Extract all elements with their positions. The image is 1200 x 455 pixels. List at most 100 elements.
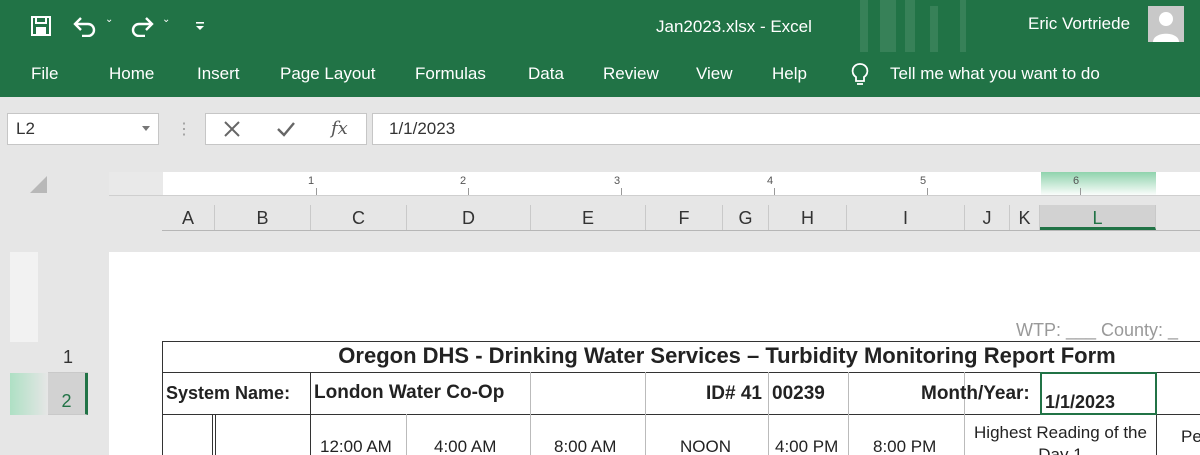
redo-dropdown-icon[interactable]: ⌄: [162, 14, 170, 25]
tab-formulas[interactable]: Formulas: [415, 64, 486, 84]
column-header-k[interactable]: K: [1010, 205, 1040, 230]
tab-data[interactable]: Data: [528, 64, 564, 84]
time-header-8pm[interactable]: 8:00 PM: [873, 437, 936, 455]
column-header-a[interactable]: A: [162, 205, 215, 230]
form-title[interactable]: Oregon DHS - Drinking Water Services – T…: [162, 343, 1200, 369]
background-decoration: [860, 0, 868, 52]
ruler-tick: [468, 188, 469, 195]
insert-function-button[interactable]: fx: [331, 118, 348, 139]
id-label[interactable]: ID# 41: [706, 383, 762, 405]
tab-help[interactable]: Help: [772, 64, 807, 84]
tab-home[interactable]: Home: [109, 64, 154, 84]
wtp-county-text: WTP: ___ County: _: [1016, 320, 1179, 340]
time-header-4am[interactable]: 4:00 AM: [434, 437, 496, 455]
ruler-label: 4: [767, 175, 774, 187]
time-header-4pm[interactable]: 4:00 PM: [775, 437, 838, 455]
system-name-label[interactable]: System Name:: [166, 383, 290, 404]
row-highlight: [10, 373, 48, 415]
avatar[interactable]: [1148, 6, 1184, 42]
vertical-ellipsis-icon: ⋮: [176, 121, 192, 138]
row-header-1[interactable]: 1: [48, 342, 88, 373]
user-name[interactable]: Eric Vortriede: [1028, 14, 1130, 34]
column-header-d[interactable]: D: [407, 205, 531, 230]
grid-line: [310, 372, 311, 455]
title-bar: ⌄ ⌄ Jan2023.xlsx - Excel Eric Vortriede: [0, 0, 1200, 52]
document-title: Jan2023.xlsx - Excel: [656, 17, 812, 36]
grid-line: [768, 372, 769, 455]
ruler-label: 1: [308, 175, 315, 187]
grid-line: [645, 372, 646, 455]
grid-line: [215, 414, 216, 455]
grid-line: [162, 341, 1200, 342]
formula-bar: L2 ⋮ fx 1/1/2023: [0, 97, 1200, 167]
tell-me-search[interactable]: Tell me what you want to do: [890, 64, 1100, 84]
ruler-highlight: [1041, 172, 1156, 195]
background-decoration: [905, 0, 915, 52]
chevron-down-icon[interactable]: [142, 126, 150, 131]
column-header-h[interactable]: H: [769, 205, 847, 230]
grid-line: [406, 414, 407, 455]
column-header-g[interactable]: G: [723, 205, 769, 230]
ruler-tick: [774, 188, 775, 195]
column-header-e[interactable]: E: [531, 205, 646, 230]
user-avatar-icon: [1153, 12, 1179, 42]
page-margin-gutter: [10, 252, 38, 342]
row-header-2[interactable]: 2: [48, 373, 88, 415]
ruler-tick: [316, 188, 317, 195]
undo-button[interactable]: [70, 13, 100, 39]
ruler-margin: [109, 172, 163, 195]
save-button[interactable]: [28, 13, 54, 39]
time-header-8am[interactable]: 8:00 AM: [554, 437, 616, 455]
background-decoration: [930, 6, 938, 52]
formula-input[interactable]: 1/1/2023: [372, 113, 1200, 145]
enter-button[interactable]: [275, 118, 297, 145]
time-header-12am[interactable]: 12:00 AM: [320, 437, 392, 455]
tab-page-layout[interactable]: Page Layout: [280, 64, 375, 84]
ruler-tick: [927, 188, 928, 195]
customize-toolbar-icon: [196, 22, 204, 30]
name-box[interactable]: L2: [7, 113, 159, 145]
customize-toolbar-button[interactable]: [190, 13, 210, 39]
column-headers: A B C D E F G H I J K L: [162, 205, 1200, 231]
cancel-button[interactable]: [221, 118, 243, 145]
ribbon-tabs: File Home Insert Page Layout Formulas Da…: [0, 52, 1200, 97]
column-header-j[interactable]: J: [965, 205, 1010, 230]
select-all-button[interactable]: [30, 176, 47, 193]
ruler-label: 6: [1073, 175, 1080, 187]
worksheet-page: WTP: ___ County: _ Oregon DHS - Drinking…: [109, 252, 1200, 455]
formula-buttons: fx: [205, 113, 367, 145]
redo-icon: [131, 17, 154, 37]
column-header-i[interactable]: I: [847, 205, 965, 230]
background-decoration: [880, 0, 896, 52]
ruler-tick: [1080, 188, 1081, 195]
column-header-c[interactable]: C: [311, 205, 407, 230]
column-header-l[interactable]: L: [1040, 205, 1156, 230]
next-header-partial[interactable]: Pe: [1181, 427, 1200, 447]
grid-line: [848, 372, 849, 455]
month-year-cell-selected[interactable]: 1/1/2023: [1040, 372, 1157, 415]
tab-review[interactable]: Review: [603, 64, 659, 84]
tab-view[interactable]: View: [696, 64, 733, 84]
horizontal-ruler: 1 2 3 4 5 6: [109, 172, 1200, 196]
name-box-value: L2: [16, 119, 35, 138]
system-name-value[interactable]: London Water Co-Op: [314, 382, 504, 404]
undo-dropdown-icon[interactable]: ⌄: [105, 14, 113, 25]
column-header-b[interactable]: B: [215, 205, 311, 230]
month-year-label[interactable]: Month/Year:: [921, 383, 1030, 405]
tab-file[interactable]: File: [31, 64, 58, 84]
background-decoration: [960, 0, 966, 52]
ruler-label: 3: [614, 175, 621, 187]
grid-line: [1156, 414, 1157, 455]
ruler-label: 2: [460, 175, 467, 187]
column-header-f[interactable]: F: [646, 205, 723, 230]
grid-line: [212, 414, 213, 455]
time-header-noon[interactable]: NOON: [680, 437, 731, 455]
lightbulb-icon[interactable]: [849, 61, 871, 94]
ruler-tick: [621, 188, 622, 195]
tab-insert[interactable]: Insert: [197, 64, 240, 84]
id-value[interactable]: 00239: [772, 383, 825, 405]
redo-button[interactable]: [127, 13, 157, 39]
highest-reading-header[interactable]: Highest Reading of the Day 1: [966, 422, 1155, 455]
grid-line: [530, 372, 531, 455]
cancel-icon: [224, 121, 240, 137]
